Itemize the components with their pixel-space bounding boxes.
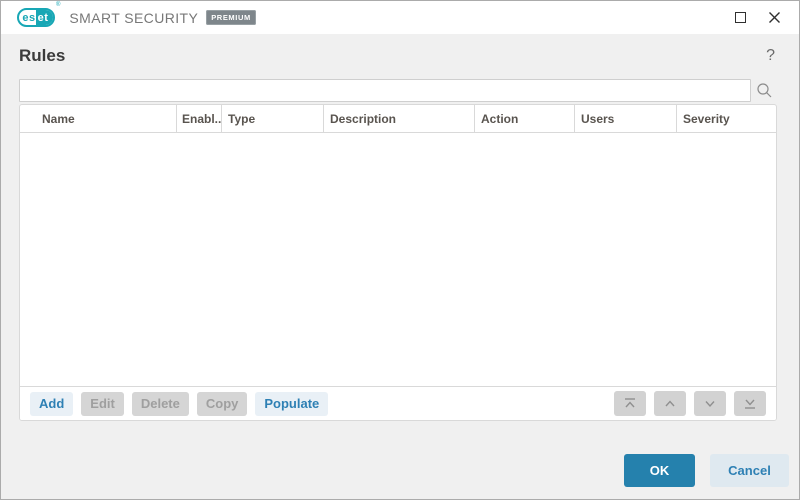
- logo-text-left: es: [22, 11, 36, 24]
- maximize-button[interactable]: [725, 5, 755, 31]
- move-down-icon: [705, 401, 715, 408]
- move-to-top-button: [614, 391, 646, 416]
- ok-button[interactable]: OK: [624, 454, 695, 487]
- move-up-icon: [665, 400, 675, 407]
- add-button[interactable]: Add: [30, 391, 74, 416]
- column-header-type[interactable]: Type: [222, 105, 324, 132]
- edit-button: Edit: [81, 391, 124, 416]
- help-button[interactable]: ?: [764, 47, 777, 65]
- logo-text-right: et: [36, 10, 53, 25]
- column-header-name[interactable]: Name: [20, 105, 177, 132]
- premium-badge: PREMIUM: [206, 10, 256, 25]
- titlebar: es et ® SMART SECURITY PREMIUM: [1, 1, 799, 34]
- column-header-severity[interactable]: Severity: [677, 105, 776, 132]
- close-icon: [768, 12, 780, 23]
- eset-rules-window: es et ® SMART SECURITY PREMIUM Rules ? N…: [0, 0, 800, 500]
- heading-row: Rules ?: [19, 46, 777, 66]
- column-header-description[interactable]: Description: [324, 105, 475, 132]
- cancel-button[interactable]: Cancel: [710, 454, 789, 487]
- delete-button: Delete: [131, 391, 189, 416]
- column-header-enabled[interactable]: Enabl...: [177, 105, 222, 132]
- copy-button: Copy: [196, 391, 248, 416]
- table-actions-bar: Add Edit Delete Copy Populate: [20, 386, 776, 420]
- populate-button[interactable]: Populate: [255, 391, 329, 416]
- search-input[interactable]: [19, 79, 751, 102]
- close-button[interactable]: [759, 5, 789, 31]
- maximize-icon: [734, 12, 746, 23]
- move-to-bottom-icon: [745, 399, 755, 409]
- move-down-button: [694, 391, 726, 416]
- column-header-action[interactable]: Action: [475, 105, 575, 132]
- move-to-top-icon: [625, 398, 635, 408]
- move-to-bottom-button: [734, 391, 766, 416]
- search-icon: [756, 83, 771, 98]
- table-body-empty[interactable]: [20, 133, 776, 386]
- registered-trademark-mark: ®: [56, 2, 61, 8]
- product-name: SMART SECURITY: [69, 9, 199, 26]
- search-button[interactable]: [751, 79, 777, 102]
- content-area: Rules ? Name Enabl... Type Description A…: [1, 34, 799, 499]
- eset-logo-icon: es et: [17, 8, 55, 27]
- search-row: [19, 79, 777, 102]
- column-header-users[interactable]: Users: [575, 105, 677, 132]
- page-title: Rules: [19, 46, 66, 65]
- table-header-row: Name Enabl... Type Description Action Us…: [20, 105, 776, 133]
- move-up-button: [654, 391, 686, 416]
- rules-table-panel: Name Enabl... Type Description Action Us…: [19, 104, 777, 421]
- dialog-footer: OK Cancel: [1, 421, 799, 499]
